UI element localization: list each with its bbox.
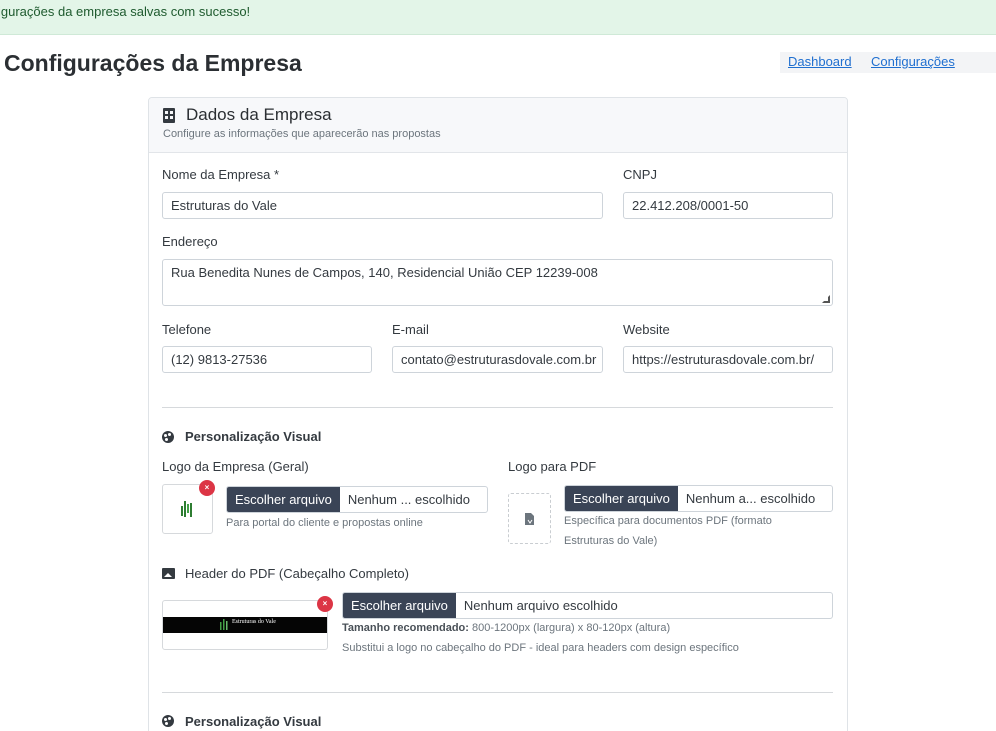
pdf-logo-file-input[interactable]: Escolher arquivo Nenhum a... escolhido	[564, 485, 833, 512]
alert-text: igurações da empresa salvas com sucesso!	[0, 4, 251, 19]
company-card: Dados da Empresa Configure as informaçõe…	[148, 97, 848, 731]
email-label: E-mail	[392, 322, 429, 337]
header-help-2: Substitui a logo no cabeçalho do PDF - i…	[342, 642, 739, 654]
pdf-help-2: Estruturas do Vale)	[564, 535, 658, 547]
header-label: Header do PDF (Cabeçalho Completo)	[185, 566, 409, 581]
pdf-choose-button[interactable]: Escolher arquivo	[565, 486, 678, 511]
header-help-size: Tamanho recomendado: 800-1200px (largura…	[342, 618, 670, 638]
header-help-rest: 800-1200px (largura) x 80-120px (altura)	[468, 622, 671, 634]
endereco-textarea[interactable]: Rua Benedita Nunes de Campos, 140, Resid…	[162, 259, 833, 306]
palette-icon	[162, 431, 174, 443]
logo-choose-button[interactable]: Escolher arquivo	[227, 487, 340, 512]
section-title-visual: Personalização Visual	[185, 429, 322, 444]
card-title: Dados da Empresa	[186, 105, 332, 124]
card-subtitle: Configure as informações que aparecerão …	[163, 128, 441, 140]
header-file-name: Nenhum arquivo escolhido	[463, 598, 618, 613]
logo-label: Logo da Empresa (Geral)	[162, 459, 309, 474]
pdf-file-name: Nenhum a... escolhido	[685, 491, 816, 506]
header-banner: Estruturas do Vale	[163, 617, 327, 633]
header-logo-icon	[220, 619, 228, 630]
divider-2	[162, 692, 833, 693]
endereco-label: Endereço	[162, 234, 218, 249]
remove-header-button[interactable]: ×	[317, 596, 333, 612]
telefone-label: Telefone	[162, 322, 212, 337]
image-icon	[162, 568, 175, 579]
header-choose-button[interactable]: Escolher arquivo	[343, 593, 456, 618]
remove-logo-button[interactable]: ×	[199, 480, 215, 496]
divider	[162, 407, 833, 408]
page-title: Configurações da Empresa	[4, 50, 302, 76]
pdf-logo-label: Logo para PDF	[508, 459, 597, 474]
header-help-bold: Tamanho recomendado:	[342, 622, 469, 634]
pdf-logo-placeholder	[508, 493, 551, 544]
website-input[interactable]: https://estruturasdovale.com.br/	[623, 346, 833, 373]
telefone-input[interactable]: (12) 9813-27536	[162, 346, 372, 373]
cnpj-input[interactable]: 22.412.208/0001-50	[623, 192, 833, 219]
resize-handle-icon[interactable]	[822, 295, 830, 303]
website-label: Website	[623, 322, 670, 337]
dashboard-link[interactable]: Dashboard	[788, 54, 852, 69]
logo-file-name: Nenhum ... escolhido	[347, 492, 470, 507]
nome-input[interactable]: Estruturas do Vale	[162, 192, 603, 219]
building-icon	[163, 108, 175, 123]
section-title-visual-2: Personalização Visual	[185, 714, 322, 729]
palette-icon-2	[162, 715, 174, 727]
endereco-value: Rua Benedita Nunes de Campos, 140, Resid…	[171, 265, 598, 280]
configuracoes-link[interactable]: Configurações	[871, 54, 955, 69]
email-input[interactable]: contato@estruturasdovale.com.br	[392, 346, 603, 373]
pdf-file-icon	[525, 513, 534, 525]
success-alert: igurações da empresa salvas com sucesso!	[0, 0, 996, 35]
pdf-help-1: Específica para documentos PDF (formato	[564, 515, 772, 527]
header-file-input[interactable]: Escolher arquivo Nenhum arquivo escolhid…	[342, 592, 833, 619]
header-brand-text: Estruturas do Vale	[232, 619, 276, 625]
cnpj-label: CNPJ	[623, 167, 657, 182]
logo-file-input[interactable]: Escolher arquivo Nenhum ... escolhido	[226, 486, 488, 513]
breadcrumb: Dashboard Configurações	[780, 52, 996, 73]
header-preview: Estruturas do Vale	[162, 600, 328, 650]
logo-help: Para portal do cliente e propostas onlin…	[226, 517, 423, 529]
nome-label: Nome da Empresa *	[162, 167, 280, 182]
card-header: Dados da Empresa Configure as informaçõe…	[149, 98, 847, 153]
